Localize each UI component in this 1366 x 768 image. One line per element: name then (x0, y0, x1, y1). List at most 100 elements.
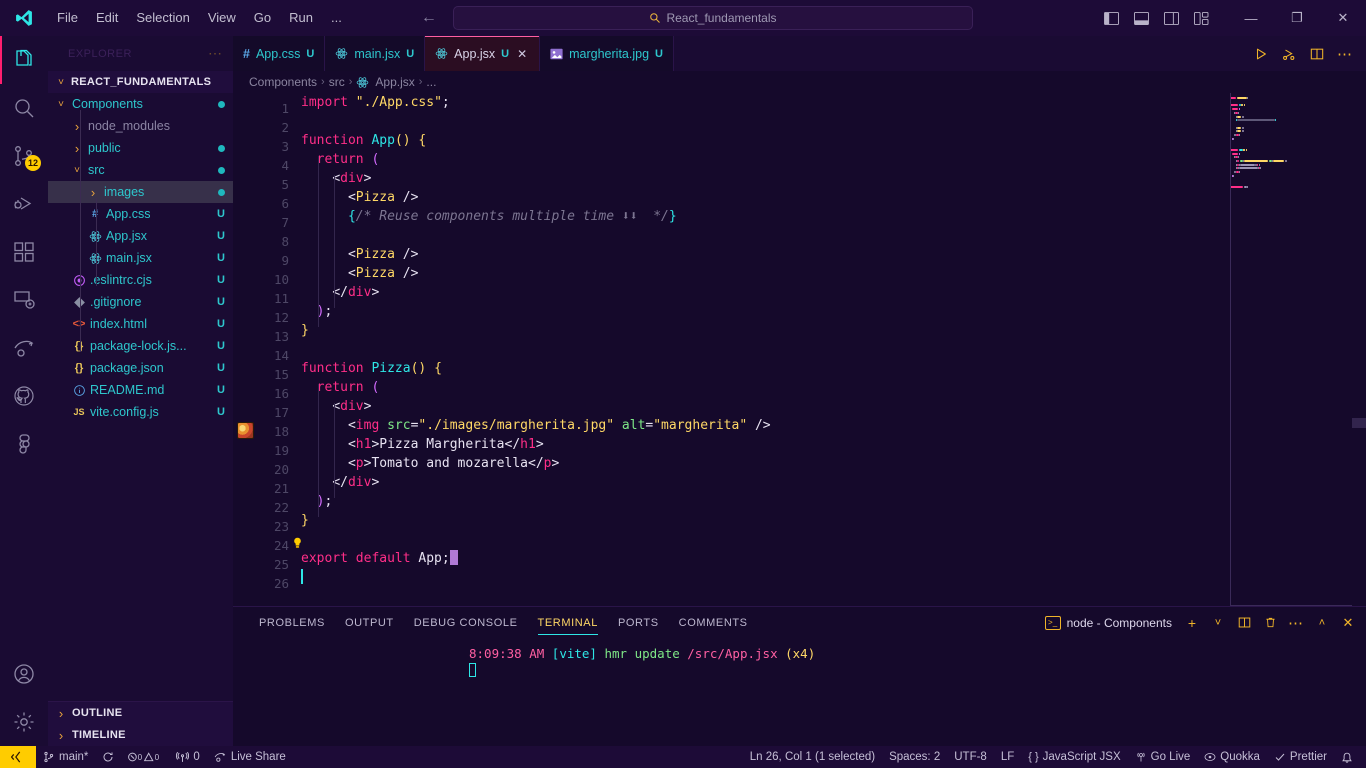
ellipsis-icon[interactable]: ⋯ (1332, 41, 1358, 67)
lightbulb-icon[interactable] (291, 536, 304, 550)
activity-bar-item-source-control[interactable]: 12 (0, 132, 48, 180)
editor-tab-mainjsx[interactable]: main.jsx U (325, 36, 426, 71)
tree-item-public[interactable]: › public (48, 137, 233, 159)
active-terminal-chip[interactable]: >_ node - Components (1039, 614, 1178, 632)
tree-item-main.jsx[interactable]: main.jsx U (48, 247, 233, 269)
code-content[interactable]: import "./App.css"; function App() { retu… (301, 93, 1366, 606)
status-bar-item-ports[interactable]: 0 (169, 746, 206, 768)
arrow-left-icon[interactable]: ← (421, 10, 437, 26)
status-bar-item-prettier[interactable]: Prettier (1267, 746, 1334, 768)
tree-item-readme.md[interactable]: README.md U (48, 379, 233, 401)
menu-item-selection[interactable]: Selection (127, 5, 198, 31)
status-bar-item-sync-changes[interactable] (95, 746, 121, 768)
split-terminal-button[interactable] (1232, 611, 1256, 635)
activity-bar-item-search[interactable] (0, 84, 48, 132)
command-center[interactable]: React_fundamentals (453, 6, 973, 30)
ellipsis-icon[interactable]: ⋯ (202, 45, 229, 62)
panel-tab-debug-console[interactable]: DEBUG CONSOLE (404, 607, 528, 638)
menu-item-view[interactable]: View (199, 5, 245, 31)
editor-tab-appjsx[interactable]: App.jsx U ✕ (425, 36, 541, 71)
menu-item-run[interactable]: Run (280, 5, 322, 31)
status-bar-item-problems[interactable]: 000 0 (121, 746, 169, 768)
toggle-secondary-sidebar-icon[interactable] (1156, 3, 1186, 33)
chevron-down-icon[interactable]: ˅ (1206, 611, 1230, 635)
status-bar-item-language-mode[interactable]: { } JavaScript JSX (1021, 746, 1127, 768)
status-bar-item-live-share[interactable]: Live Share (207, 746, 293, 768)
remote-window-icon[interactable] (0, 746, 36, 768)
panel-tab-output[interactable]: OUTPUT (335, 607, 404, 638)
activity-bar-item-live-share[interactable] (0, 324, 48, 372)
tree-item-.gitignore[interactable]: .gitignore U (48, 291, 233, 313)
chevron-down-icon[interactable]: ˅ (54, 99, 68, 110)
tree-item-index.html[interactable]: <> index.html U (48, 313, 233, 335)
debug-alt-icon[interactable] (1276, 41, 1302, 67)
tree-item-package.json[interactable]: {} package.json U (48, 357, 233, 379)
close-icon[interactable]: ✕ (515, 47, 529, 61)
status-bar-item-eol[interactable]: LF (994, 746, 1021, 768)
tree-item-app.jsx[interactable]: App.jsx U (48, 225, 233, 247)
menu-item-[interactable]: ... (322, 5, 351, 31)
status-bar-item-indentation[interactable]: Spaces: 2 (882, 746, 947, 768)
customize-layout-icon[interactable] (1186, 3, 1216, 33)
minimap[interactable] (1230, 93, 1352, 606)
editor-tab-appcss[interactable]: # App.css U (233, 36, 326, 71)
scrollbar-thumb[interactable] (1352, 418, 1366, 428)
panel-tab-terminal[interactable]: TERMINAL (528, 607, 608, 638)
editor-tab-margheritajpg[interactable]: margherita.jpg U (540, 36, 674, 71)
activity-bar-item-run-and-debug[interactable] (0, 180, 48, 228)
tree-item-.eslintrc.cjs[interactable]: .eslintrc.cjs U (48, 269, 233, 291)
breadcrumb-item[interactable]: ... (426, 75, 436, 89)
chevron-down-icon[interactable]: ˅ (70, 165, 84, 176)
code-editor[interactable]: 1 2 3 4 5 6 7 8 9 10 11 12 13 14 15 16 17 18 19 20 21 22 23 24 2… (233, 93, 1366, 606)
breadcrumb-item[interactable]: Components (249, 75, 317, 89)
tree-item-src[interactable]: ˅ src (48, 159, 233, 181)
status-bar-item-quokka[interactable]: Quokka (1197, 746, 1267, 768)
minimize-button[interactable]: — (1228, 0, 1274, 36)
tree-item-vite.config.js[interactable]: JS vite.config.js U (48, 401, 233, 423)
panel-tab-ports[interactable]: PORTS (608, 607, 669, 638)
toggle-panel-icon[interactable] (1126, 3, 1156, 33)
ellipsis-icon[interactable]: ⋯ (1284, 611, 1308, 635)
menu-item-edit[interactable]: Edit (87, 5, 127, 31)
chevron-up-icon[interactable]: ˄ (1310, 611, 1334, 635)
close-icon[interactable]: ✕ (1336, 611, 1360, 635)
terminal-output[interactable]: 8:09:38 AM [vite] hmr update /src/App.js… (233, 638, 1366, 746)
trash-icon[interactable] (1258, 611, 1282, 635)
menu-item-go[interactable]: Go (245, 5, 280, 31)
activity-bar-item-accounts[interactable] (0, 650, 48, 698)
activity-bar-item-explorer[interactable] (0, 36, 48, 84)
breadcrumb-item[interactable]: App.jsx (375, 75, 414, 89)
close-button[interactable]: ✕ (1320, 0, 1366, 36)
tree-item-node_modules[interactable]: › node_modules (48, 115, 233, 137)
activity-bar-item-github[interactable] (0, 372, 48, 420)
toggle-primary-sidebar-icon[interactable] (1096, 3, 1126, 33)
status-bar-item-go-live[interactable]: Go Live (1128, 746, 1198, 768)
breadcrumb-item[interactable]: src (329, 75, 345, 89)
activity-bar-item-settings[interactable] (0, 698, 48, 746)
status-bar-item-editor-selection[interactable]: Ln 26, Col 1 (1 selected) (743, 746, 882, 768)
chevron-right-icon[interactable]: › (70, 119, 84, 134)
status-bar-item-notifications[interactable] (1334, 746, 1360, 768)
minimap-slider[interactable] (1230, 93, 1352, 606)
explorer-root-row[interactable]: ˅ REACT_FUNDAMENTALS (48, 71, 233, 93)
activity-bar-item-remote-explorer[interactable] (0, 276, 48, 324)
tree-item-package-lock.js...[interactable]: {} package-lock.js... U (48, 335, 233, 357)
panel-tab-problems[interactable]: PROBLEMS (249, 607, 335, 638)
status-bar-item-branch[interactable]: main* (36, 746, 95, 768)
panel-tab-comments[interactable]: COMMENTS (669, 607, 758, 638)
editor-scrollbar[interactable] (1352, 93, 1366, 606)
play-icon[interactable] (1248, 41, 1274, 67)
chevron-right-icon[interactable]: › (86, 185, 100, 200)
split-editor-icon[interactable] (1304, 41, 1330, 67)
tree-item-images[interactable]: › images (48, 181, 233, 203)
chevron-right-icon[interactable]: › (70, 141, 84, 156)
new-terminal-button[interactable]: + (1180, 611, 1204, 635)
tree-item-app.css[interactable]: # App.css U (48, 203, 233, 225)
maximize-button[interactable]: ❐ (1274, 0, 1320, 36)
image-preview-decoration[interactable] (237, 422, 254, 439)
status-bar-item-encoding[interactable]: UTF-8 (947, 746, 994, 768)
sidebar-section-timeline[interactable]: › TIMELINE (48, 724, 233, 746)
activity-bar-item-figma[interactable] (0, 420, 48, 468)
activity-bar-item-extensions[interactable] (0, 228, 48, 276)
tree-item-components[interactable]: ˅ Components (48, 93, 233, 115)
